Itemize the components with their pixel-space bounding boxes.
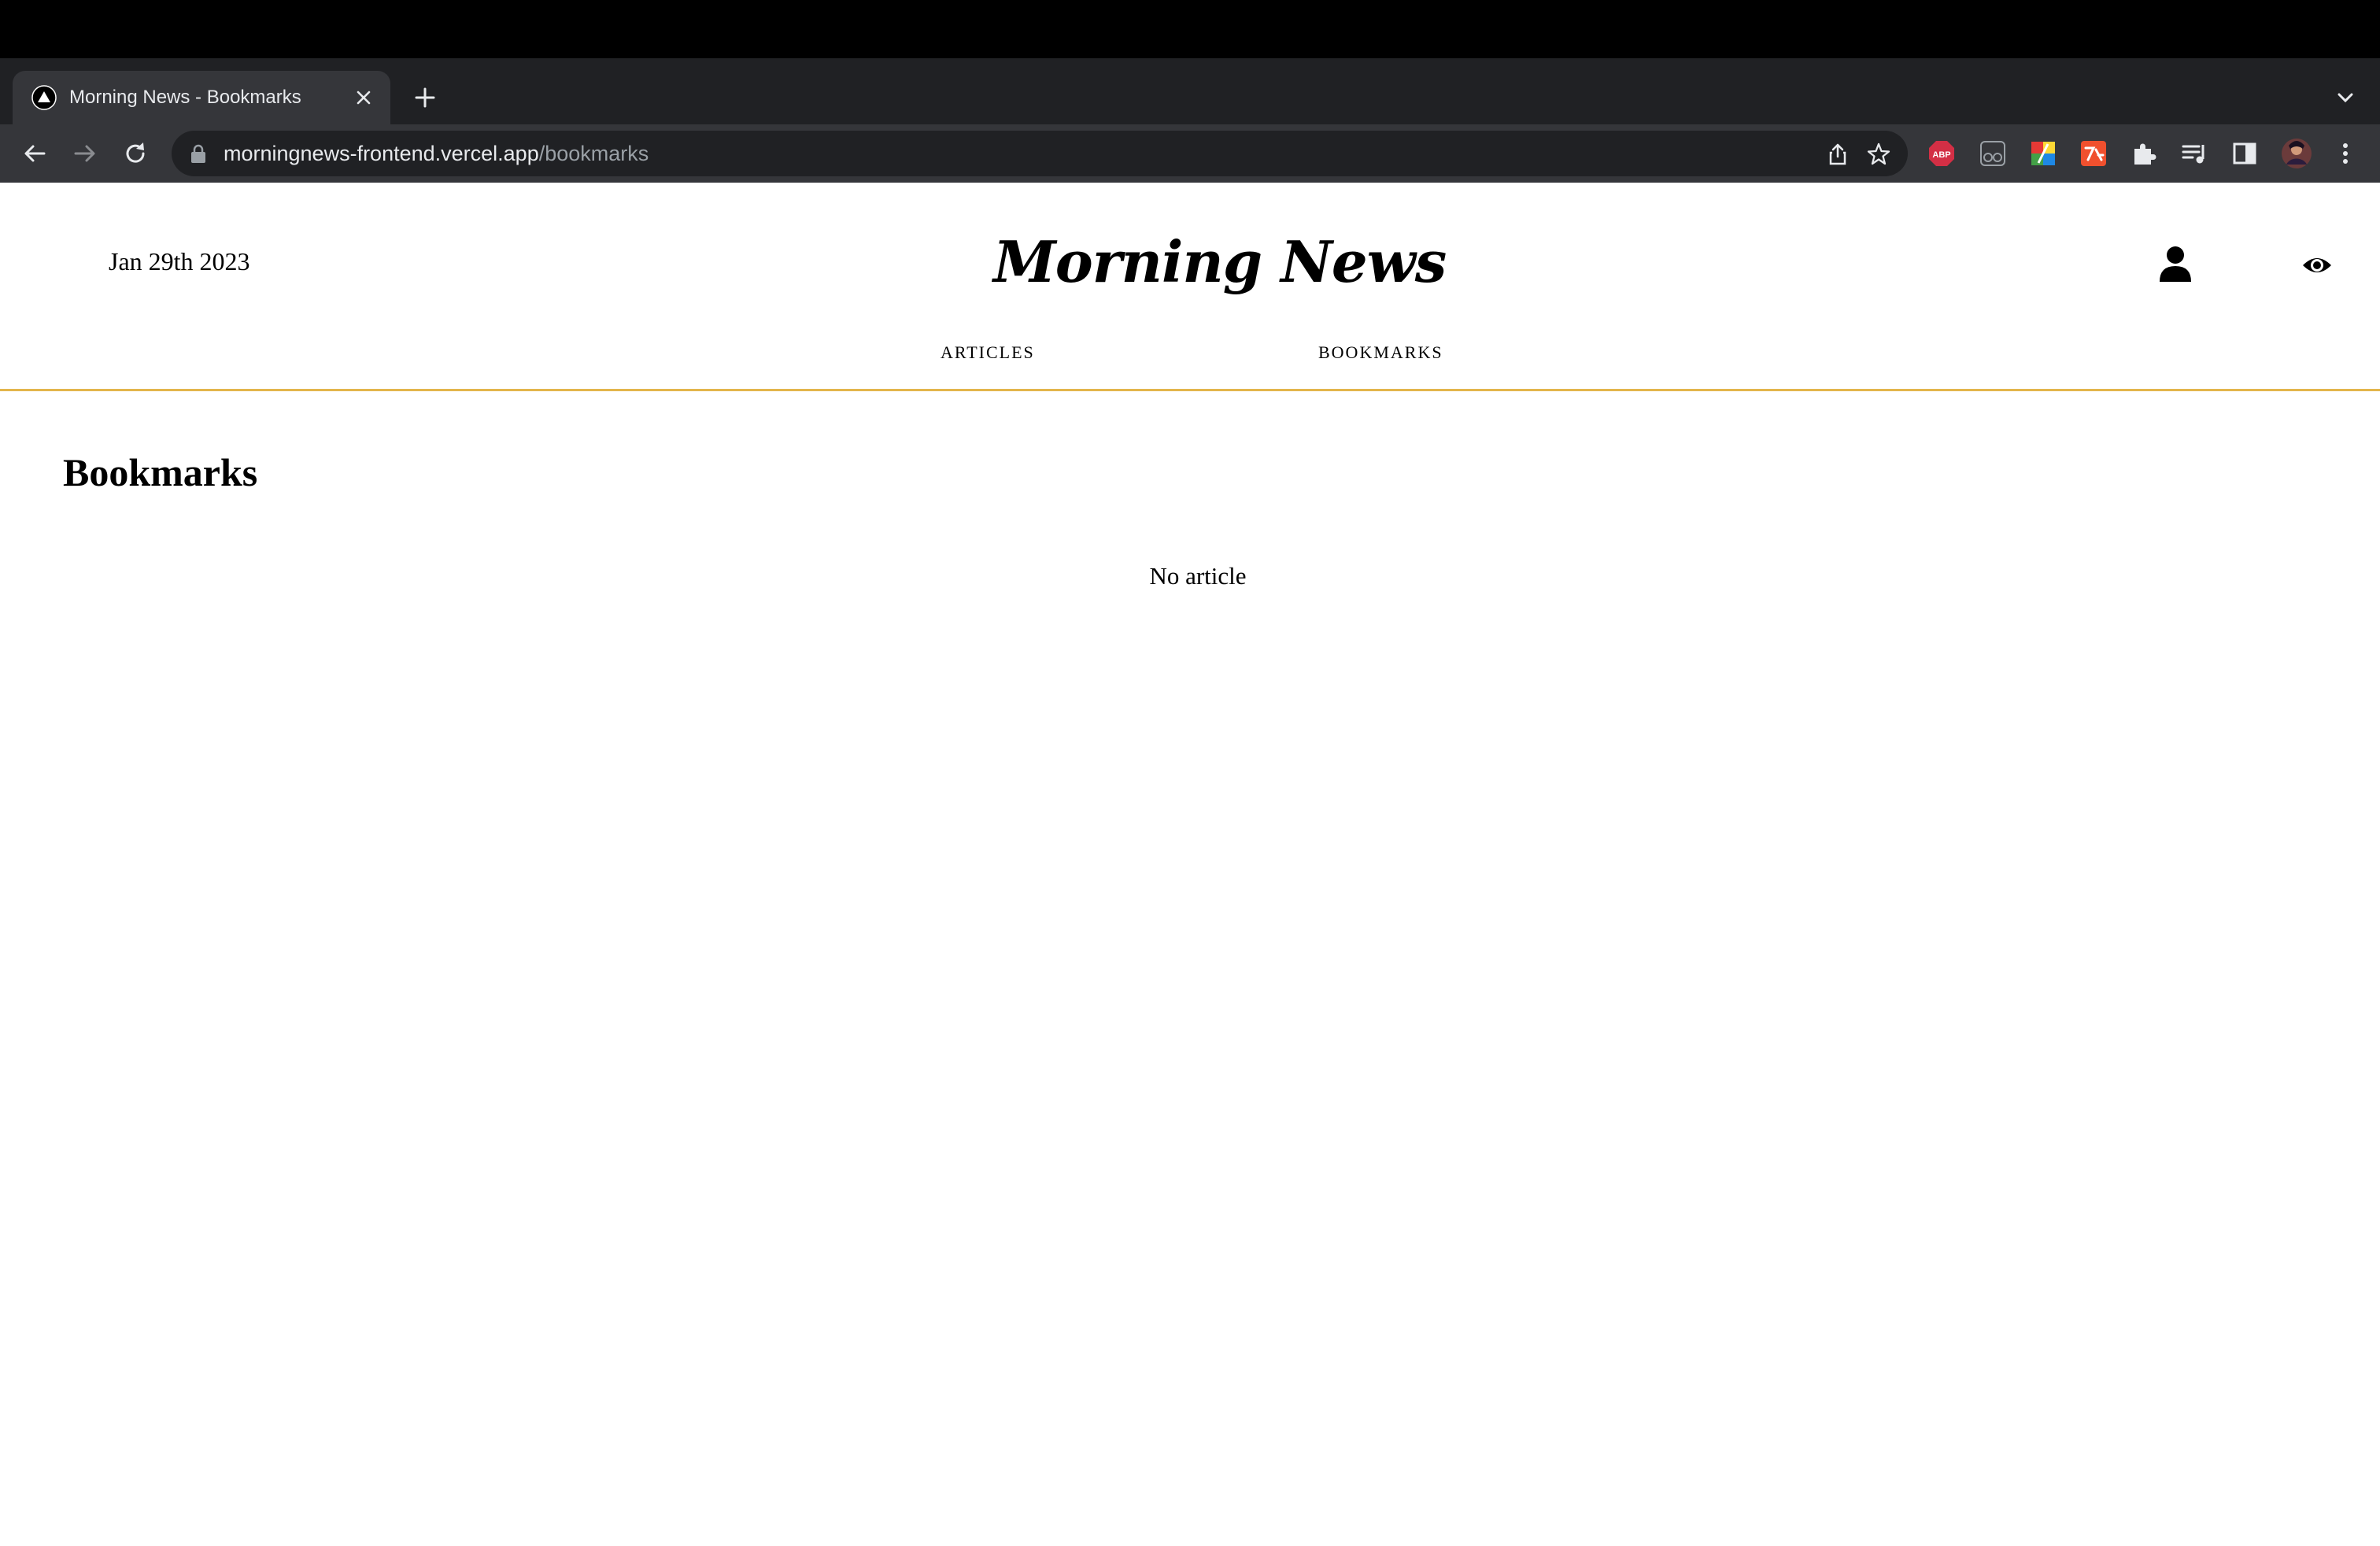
star-icon[interactable] xyxy=(1865,141,1892,168)
profile-avatar-icon[interactable] xyxy=(2281,138,2312,169)
user-icon[interactable] xyxy=(2158,246,2193,283)
media-control-icon[interactable] xyxy=(2180,139,2208,168)
kebab-menu-icon[interactable] xyxy=(2331,139,2360,168)
side-panel-icon[interactable] xyxy=(2230,139,2259,168)
plus-icon[interactable] xyxy=(409,82,441,113)
url-host: morningnews-frontend.vercel.app xyxy=(224,142,539,165)
browser-tab[interactable]: Morning News - Bookmarks xyxy=(13,71,390,124)
header-divider xyxy=(0,389,2380,391)
page-title: Bookmarks xyxy=(63,450,258,494)
os-menu-bar xyxy=(0,0,2380,58)
vercel-triangle-icon xyxy=(31,85,57,110)
tab-strip: Morning News - Bookmarks xyxy=(0,58,2380,124)
close-icon[interactable] xyxy=(351,85,376,110)
site-logo: Morning News xyxy=(993,228,1447,295)
header-date: Jan 29th 2023 xyxy=(109,247,250,276)
back-arrow-icon[interactable] xyxy=(19,138,50,169)
url-text[interactable]: morningnews-frontend.vercel.app/bookmark… xyxy=(224,138,649,169)
forward-arrow-icon[interactable] xyxy=(69,138,101,169)
browser-toolbar: morningnews-frontend.vercel.app/bookmark… xyxy=(0,124,2380,183)
glasses-extension-icon[interactable] xyxy=(1979,139,2007,168)
nav-bookmarks-link[interactable]: BOOKMARKS xyxy=(1318,340,1443,365)
url-path: /bookmarks xyxy=(538,142,649,165)
reload-icon[interactable] xyxy=(120,138,151,169)
share-icon[interactable] xyxy=(1824,141,1851,168)
address-bar[interactable]: morningnews-frontend.vercel.app/bookmark… xyxy=(172,131,1908,176)
page-content: Jan 29th 2023 Morning News ARTICLES BOOK… xyxy=(0,183,2380,1546)
puzzle-icon[interactable] xyxy=(2130,139,2158,168)
nav-articles-link[interactable]: ARTICLES xyxy=(941,340,1035,365)
translate-extension-icon[interactable] xyxy=(2079,139,2108,168)
color-extension-icon[interactable] xyxy=(2029,139,2057,168)
eye-icon[interactable] xyxy=(2301,253,2333,277)
adblock-label: ABP xyxy=(1932,150,1950,160)
lock-icon[interactable] xyxy=(189,143,208,164)
chevron-down-icon[interactable] xyxy=(2330,82,2361,113)
adblock-extension-icon[interactable]: ABP xyxy=(1927,139,1956,168)
empty-state-message: No article xyxy=(1149,562,1247,590)
tab-title: Morning News - Bookmarks xyxy=(69,87,301,108)
